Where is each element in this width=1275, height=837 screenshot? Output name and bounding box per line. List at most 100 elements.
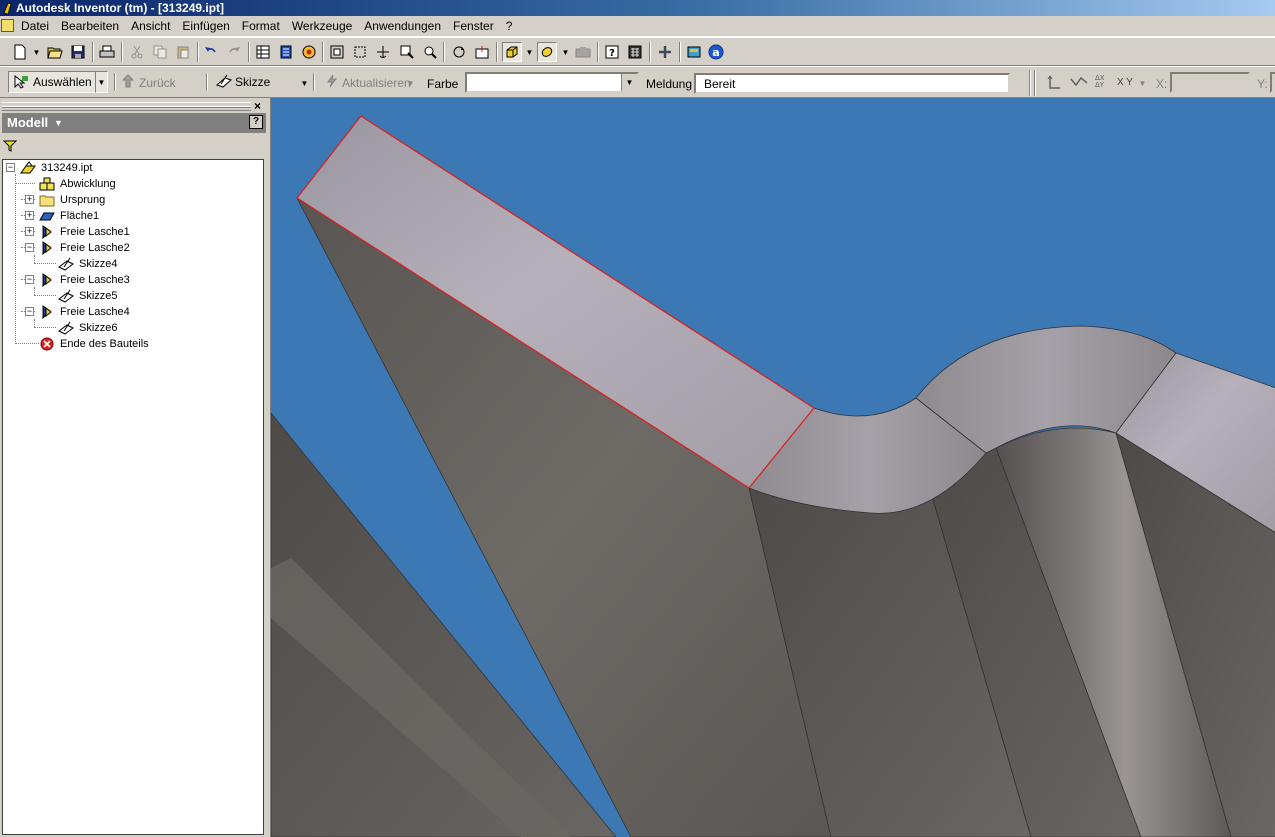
menu-anwendungen[interactable]: Anwendungen [358,16,447,36]
undo-icon[interactable] [201,42,221,62]
tree-item-flange2[interactable]: Freie Lasche2 [60,240,130,256]
display-mode-dropdown-arrow[interactable]: ▼ [525,42,534,62]
shadow-dropdown-arrow[interactable]: ▼ [561,42,570,62]
precise-input-icon[interactable] [1046,74,1062,90]
tree-item-face1[interactable]: Fläche1 [60,208,99,224]
camera-icon[interactable] [573,42,593,62]
sheet-metal-model[interactable] [271,98,1275,837]
color-dropdown-arrow[interactable]: ▼ [621,74,637,91]
tree-item-flange1[interactable]: Freie Lasche1 [60,224,130,240]
document-icon[interactable] [1,19,14,32]
filter-icon[interactable] [3,140,17,152]
open-folder-icon[interactable] [45,42,65,62]
new-dropdown-arrow[interactable]: ▼ [32,42,41,62]
menu-werkzeuge[interactable]: Werkzeuge [286,16,358,36]
tree-item-flange4[interactable]: Freie Lasche4 [60,304,130,320]
new-file-icon[interactable] [10,42,30,62]
panel-close-icon[interactable]: × [254,99,261,113]
cut-icon[interactable] [127,42,147,62]
save-icon[interactable] [68,42,88,62]
update-lightning-icon[interactable] [326,74,338,88]
whats-this-icon[interactable]: ? [602,42,622,62]
web-icon[interactable] [299,42,319,62]
message-value: Bereit [704,77,736,91]
panel-grip[interactable] [2,106,251,111]
tree-collapse-toggle[interactable]: − [6,163,15,172]
copy-icon[interactable] [150,42,170,62]
update-icon[interactable] [276,42,296,62]
calculator-icon[interactable] [625,42,645,62]
tree-item-origin[interactable]: Ursprung [60,192,105,208]
tree-expand-toggle[interactable]: + [25,195,34,204]
tree-connector [34,263,56,264]
zoom-selected-icon[interactable] [397,42,417,62]
xy-mode-dropdown-arrow[interactable]: ▼ [1138,73,1147,93]
back-button[interactable]: Zurück [139,75,176,91]
menu-bearbeiten[interactable]: Bearbeiten [55,16,125,36]
toolbar-separator [197,42,199,62]
tree-collapse-toggle[interactable]: − [25,275,34,284]
tree-expand-toggle[interactable]: + [25,211,34,220]
tree-item-sketch5[interactable]: Skizze5 [79,288,118,304]
delta-xy-icon[interactable]: ΔXΔY [1094,74,1110,88]
tree-item-flat-pattern[interactable]: Abwicklung [60,176,116,192]
shadow-icon[interactable] [537,42,557,62]
menu-einfuegen[interactable]: Einfügen [176,16,235,36]
select-dropdown-arrow[interactable]: ▼ [95,71,108,93]
back-arrow-icon[interactable] [122,74,134,88]
title-bar: Autodesk Inventor (tm) - [313249.ipt] [0,0,1275,16]
select-button[interactable]: Auswählen [8,71,108,93]
add-icon[interactable] [655,42,675,62]
help-icon[interactable]: ? [249,115,263,129]
x-input[interactable] [1170,72,1250,93]
tree-item-sketch4[interactable]: Skizze4 [79,256,118,272]
update-dropdown-arrow[interactable]: ▼ [406,73,415,93]
rotate-icon[interactable] [449,42,469,62]
tree-item-sketch6[interactable]: Skizze6 [79,320,118,336]
update-button[interactable]: Aktualisieren [342,75,411,91]
browser-header[interactable]: Modell ▼ ? [2,113,266,133]
menu-fenster[interactable]: Fenster [447,16,500,36]
menu-ansicht[interactable]: Ansicht [125,16,176,36]
menu-datei[interactable]: Datei [15,16,55,36]
zoom-window-icon[interactable] [350,42,370,62]
tree-collapse-toggle[interactable]: − [25,307,34,316]
face-icon [39,212,55,221]
paste-icon[interactable] [173,42,193,62]
look-at-icon[interactable] [472,42,492,62]
color-combobox[interactable]: ▼ [465,72,639,93]
print-icon[interactable] [97,42,117,62]
menu-help[interactable]: ? [500,16,519,36]
tree-item-part[interactable]: 313249.ipt [41,160,92,176]
polyline-icon[interactable] [1070,74,1088,88]
toolbar-separator [322,42,324,62]
menu-format[interactable]: Format [236,16,286,36]
sketch-icon [58,321,74,335]
model-tree: − 313249.ipt Abwicklung + Ursprung + Flä… [2,159,264,835]
browser-panel: × Modell ▼ ? − 313249.ipt Abwicklung + U… [0,98,270,837]
inventor-app-icon[interactable] [2,1,14,15]
y-input[interactable] [1270,72,1275,93]
zoom-all-icon[interactable] [327,42,347,62]
chevron-down-icon[interactable]: ▼ [54,113,63,133]
sketch-button[interactable]: Skizze [235,74,270,90]
tree-expand-toggle[interactable]: + [25,227,34,236]
pan-icon[interactable] [373,42,393,62]
xy-mode-label[interactable]: X Y [1117,75,1133,91]
tree-item-end-of-part[interactable]: Ende des Bauteils [60,336,149,352]
sketch-icon [58,257,74,271]
svg-text:a: a [712,46,719,59]
contour-flange-icon [42,241,52,255]
message-label: Meldung [646,77,693,91]
tree-collapse-toggle[interactable]: − [25,243,34,252]
zoom-icon[interactable] [420,42,440,62]
redo-icon[interactable] [224,42,244,62]
tree-item-flange3[interactable]: Freie Lasche3 [60,272,130,288]
sketch-icon[interactable] [216,74,232,88]
styles-icon[interactable] [684,42,704,62]
parameters-icon[interactable] [253,42,273,62]
graphics-viewport[interactable] [270,98,1275,837]
sketch-dropdown-arrow[interactable]: ▼ [300,73,309,93]
shaded-display-icon[interactable] [502,42,522,62]
autodesk-online-icon[interactable]: a [706,42,726,62]
